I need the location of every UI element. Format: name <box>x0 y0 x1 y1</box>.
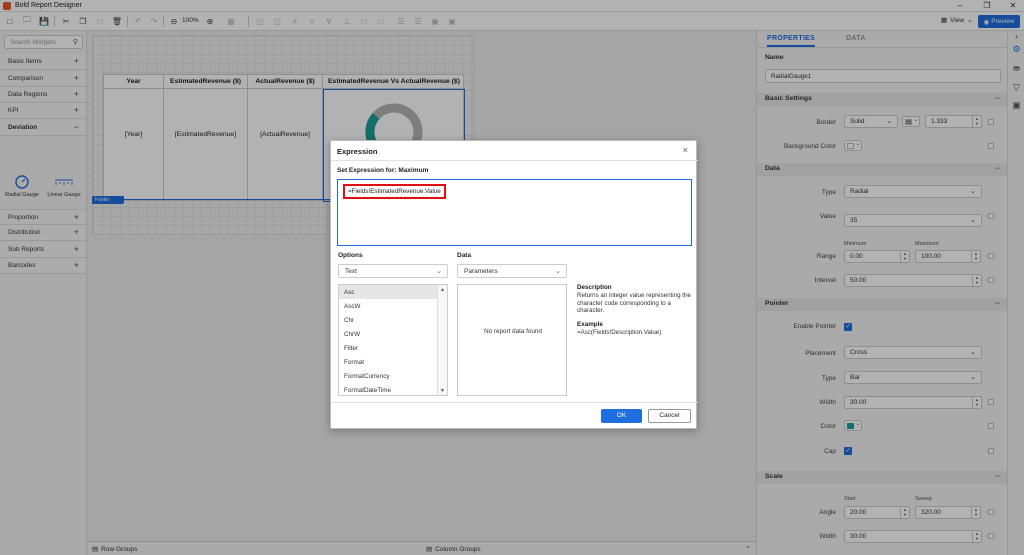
scroll-down-icon: ▼ <box>440 388 445 394</box>
no-data-message: No report data found <box>484 328 542 335</box>
list-scrollbar[interactable]: ▲ ▼ <box>437 285 447 395</box>
close-icon[interactable]: × <box>683 145 688 155</box>
list-item[interactable]: Asc <box>339 285 437 299</box>
list-item[interactable]: ChrW <box>339 327 437 341</box>
options-select[interactable]: Text ⌄ <box>338 264 448 278</box>
scroll-up-icon: ▲ <box>440 287 445 293</box>
data-field-list[interactable]: No report data found <box>457 284 567 396</box>
cancel-button[interactable]: Cancel <box>648 409 691 423</box>
list-item[interactable]: Chr <box>339 313 437 327</box>
dialog-header: Expression × <box>331 141 698 161</box>
function-list[interactable]: Asc AscW Chr ChrW Filter Format FormatCu… <box>338 284 448 396</box>
chevron-down-icon: ⌄ <box>555 268 561 275</box>
expression-editor[interactable]: =Fields!EstimatedRevenue.Value <box>337 179 692 246</box>
description-heading: Description <box>577 284 612 291</box>
options-label: Options <box>338 252 363 259</box>
data-label: Data <box>457 252 472 259</box>
example-text: =Asc(Fields!Description.Value) <box>577 329 662 336</box>
data-select[interactable]: Parameters ⌄ <box>457 264 567 278</box>
list-item[interactable]: AscW <box>339 299 437 313</box>
list-item[interactable]: Format <box>339 355 437 369</box>
dialog-title: Expression <box>337 147 378 156</box>
ok-button[interactable]: OK <box>601 409 642 423</box>
list-item[interactable]: FormatDateTime <box>339 383 437 395</box>
example-heading: Example <box>577 321 603 328</box>
list-item[interactable]: Filter <box>339 341 437 355</box>
dialog-footer: OK Cancel <box>331 402 698 430</box>
expression-text[interactable]: =Fields!EstimatedRevenue.Value <box>343 184 446 199</box>
list-item[interactable]: FormatCurrency <box>339 369 437 383</box>
expression-dialog: Expression × Set Expression for: Maximum… <box>330 140 698 430</box>
chevron-down-icon: ⌄ <box>436 268 442 275</box>
description-text: Returns an integer value representing th… <box>577 292 691 315</box>
set-expression-label: Set Expression for: Maximum <box>337 167 429 174</box>
